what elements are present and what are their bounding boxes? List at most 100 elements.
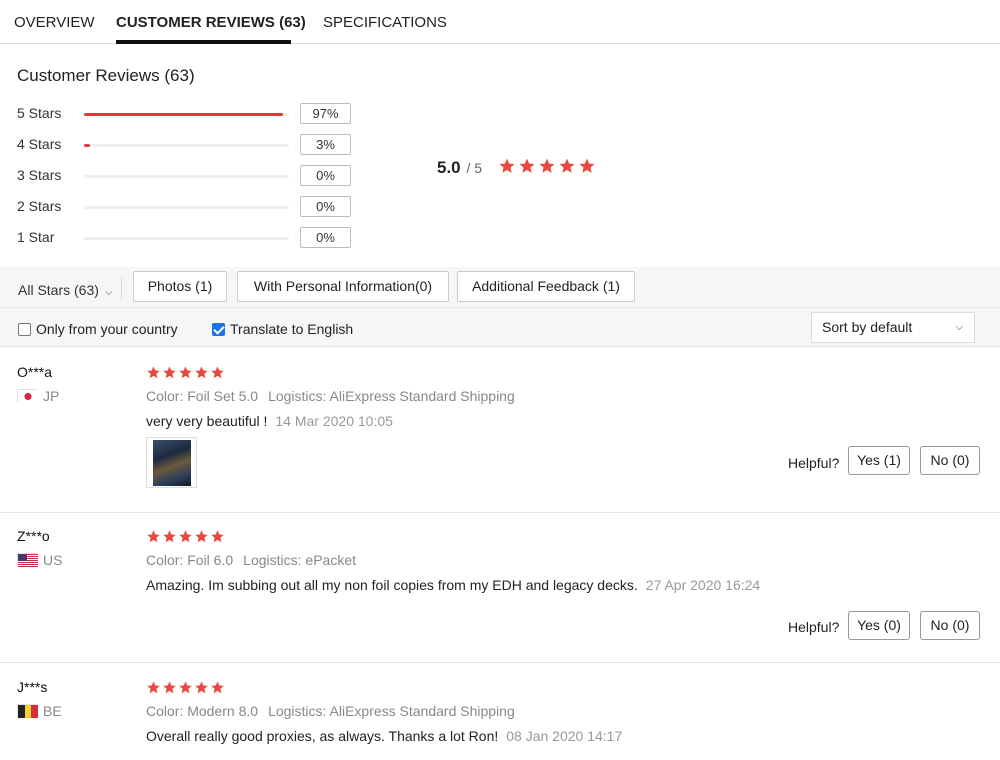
rating-percent: 3%: [300, 134, 351, 155]
rating-row-label: 2 Stars: [17, 198, 62, 214]
star-icon: [146, 529, 161, 544]
review-meta: Color: Modern 8.0 Logistics: AliExpress S…: [146, 703, 515, 719]
review-date: 14 Mar 2020 10:05: [275, 413, 393, 429]
rating-row-label: 3 Stars: [17, 167, 62, 183]
helpful-yes-button[interactable]: Yes (0): [848, 611, 910, 640]
review-text: Overall really good proxies, as always. …: [146, 728, 622, 744]
star-icon: [146, 680, 161, 695]
review-stars: [146, 680, 226, 696]
review-item: O***a JP Color: Foil Set 5.0 Logistics: A…: [0, 364, 1000, 512]
helpful-no-button[interactable]: No (0): [920, 446, 980, 475]
review-body: very very beautiful !: [146, 413, 268, 429]
star-icon: [498, 157, 516, 175]
average-rating: 5.0 / 5: [437, 158, 482, 178]
review-date: 08 Jan 2020 14:17: [506, 728, 623, 744]
tab-specifications[interactable]: SPECIFICATIONS: [323, 14, 447, 31]
rating-row-label: 5 Stars: [17, 105, 62, 121]
review-stars: [146, 365, 226, 381]
only-country-label: Only from your country: [36, 321, 178, 337]
flag-be-icon: [17, 704, 38, 718]
rating-row-3-stars[interactable]: 3 Stars 0%: [17, 165, 357, 187]
reviewer-name: Z***o: [17, 528, 50, 544]
star-icon: [162, 680, 177, 695]
helpful-label: Helpful?: [788, 619, 840, 635]
chevron-down-icon: ⌵: [104, 287, 113, 298]
review-color: Color: Foil 6.0: [146, 552, 234, 568]
review-item: Z***o US Color: Foil 6.0 Logistics: ePack…: [0, 528, 1000, 662]
star-icon: [558, 157, 576, 175]
filter-separator: [121, 278, 122, 300]
rating-bar: [84, 175, 289, 178]
rating-row-label: 1 Star: [17, 229, 55, 245]
review-logistics: Logistics: AliExpress Standard Shipping: [268, 388, 515, 404]
star-icon: [518, 157, 536, 175]
star-icon: [210, 529, 225, 544]
rating-row-4-stars[interactable]: 4 Stars 3%: [17, 134, 357, 156]
rating-row-label: 4 Stars: [17, 136, 62, 152]
reviewer-country: JP: [43, 388, 60, 404]
review-body: Amazing. Im subbing out all my non foil …: [146, 577, 638, 593]
average-out-of: / 5: [466, 160, 483, 176]
all-stars-dropdown[interactable]: All Stars (63) ⌵: [18, 282, 113, 298]
review-meta: Color: Foil 6.0 Logistics: ePacket: [146, 552, 356, 568]
active-tab-indicator: [116, 40, 291, 44]
filter-bar: All Stars (63) ⌵ Photos (1) With Personal…: [0, 267, 1000, 347]
review-color: Color: Modern 8.0: [146, 703, 259, 719]
sort-select[interactable]: Sort by default ⌵: [811, 312, 975, 343]
translate-label: Translate to English: [230, 321, 354, 337]
chevron-down-icon: ⌵: [955, 322, 963, 333]
review-text: very very beautiful ! 14 Mar 2020 10:05: [146, 413, 393, 429]
rating-percent: 97%: [300, 103, 351, 124]
rating-row-1-star[interactable]: 1 Star 0%: [17, 227, 357, 249]
star-icon: [194, 365, 209, 380]
rating-bar: [84, 206, 289, 209]
star-icon: [578, 157, 596, 175]
rating-bar-fill: [84, 113, 283, 116]
average-stars: [498, 157, 598, 175]
review-text: Amazing. Im subbing out all my non foil …: [146, 577, 760, 593]
star-icon: [162, 365, 177, 380]
tab-overview[interactable]: OVERVIEW: [14, 14, 95, 31]
reviewer-name: O***a: [17, 364, 53, 380]
review-divider: [0, 662, 1000, 663]
filter-divider: [0, 307, 1000, 308]
checkbox-box[interactable]: [212, 323, 225, 336]
translate-checkbox[interactable]: Translate to English: [212, 321, 353, 337]
helpful-yes-button[interactable]: Yes (1): [848, 446, 910, 475]
star-icon: [538, 157, 556, 175]
review-stars: [146, 529, 226, 545]
review-logistics: Logistics: AliExpress Standard Shipping: [268, 703, 515, 719]
review-photo-thumbnail[interactable]: [146, 437, 197, 488]
rating-row-2-stars[interactable]: 2 Stars 0%: [17, 196, 357, 218]
review-meta: Color: Foil Set 5.0 Logistics: AliExpress…: [146, 388, 515, 404]
only-country-checkbox[interactable]: Only from your country: [18, 321, 178, 337]
flag-us-icon: [17, 553, 38, 567]
checkbox-box[interactable]: [18, 323, 31, 336]
star-icon: [162, 529, 177, 544]
filter-photos-button[interactable]: Photos (1): [133, 271, 227, 302]
sort-select-value: Sort by default: [822, 319, 913, 335]
rating-bar: [84, 144, 289, 147]
tab-bar: OVERVIEW CUSTOMER REVIEWS (63) SPECIFICA…: [0, 0, 1000, 44]
rating-bar: [84, 113, 289, 116]
filter-personal-info-button[interactable]: With Personal Information(0): [237, 271, 449, 302]
tab-customer-reviews[interactable]: CUSTOMER REVIEWS (63): [116, 14, 306, 31]
rating-percent: 0%: [300, 165, 351, 186]
star-icon: [194, 680, 209, 695]
star-icon: [210, 680, 225, 695]
rating-row-5-stars[interactable]: 5 Stars 97%: [17, 103, 357, 125]
star-icon: [146, 365, 161, 380]
review-color: Color: Foil Set 5.0: [146, 388, 259, 404]
filter-additional-feedback-button[interactable]: Additional Feedback (1): [457, 271, 635, 302]
review-logistics: Logistics: ePacket: [243, 552, 356, 568]
star-icon: [178, 680, 193, 695]
review-item: J***s BE Color: Modern 8.0 Logistics: Ali…: [0, 679, 1000, 760]
reviews-section-title: Customer Reviews (63): [17, 66, 195, 85]
rating-percent: 0%: [300, 227, 351, 248]
star-icon: [178, 529, 193, 544]
star-icon: [194, 529, 209, 544]
helpful-no-button[interactable]: No (0): [920, 611, 980, 640]
rating-bar: [84, 237, 289, 240]
average-score: 5.0: [437, 158, 461, 177]
review-date: 27 Apr 2020 16:24: [645, 577, 761, 593]
